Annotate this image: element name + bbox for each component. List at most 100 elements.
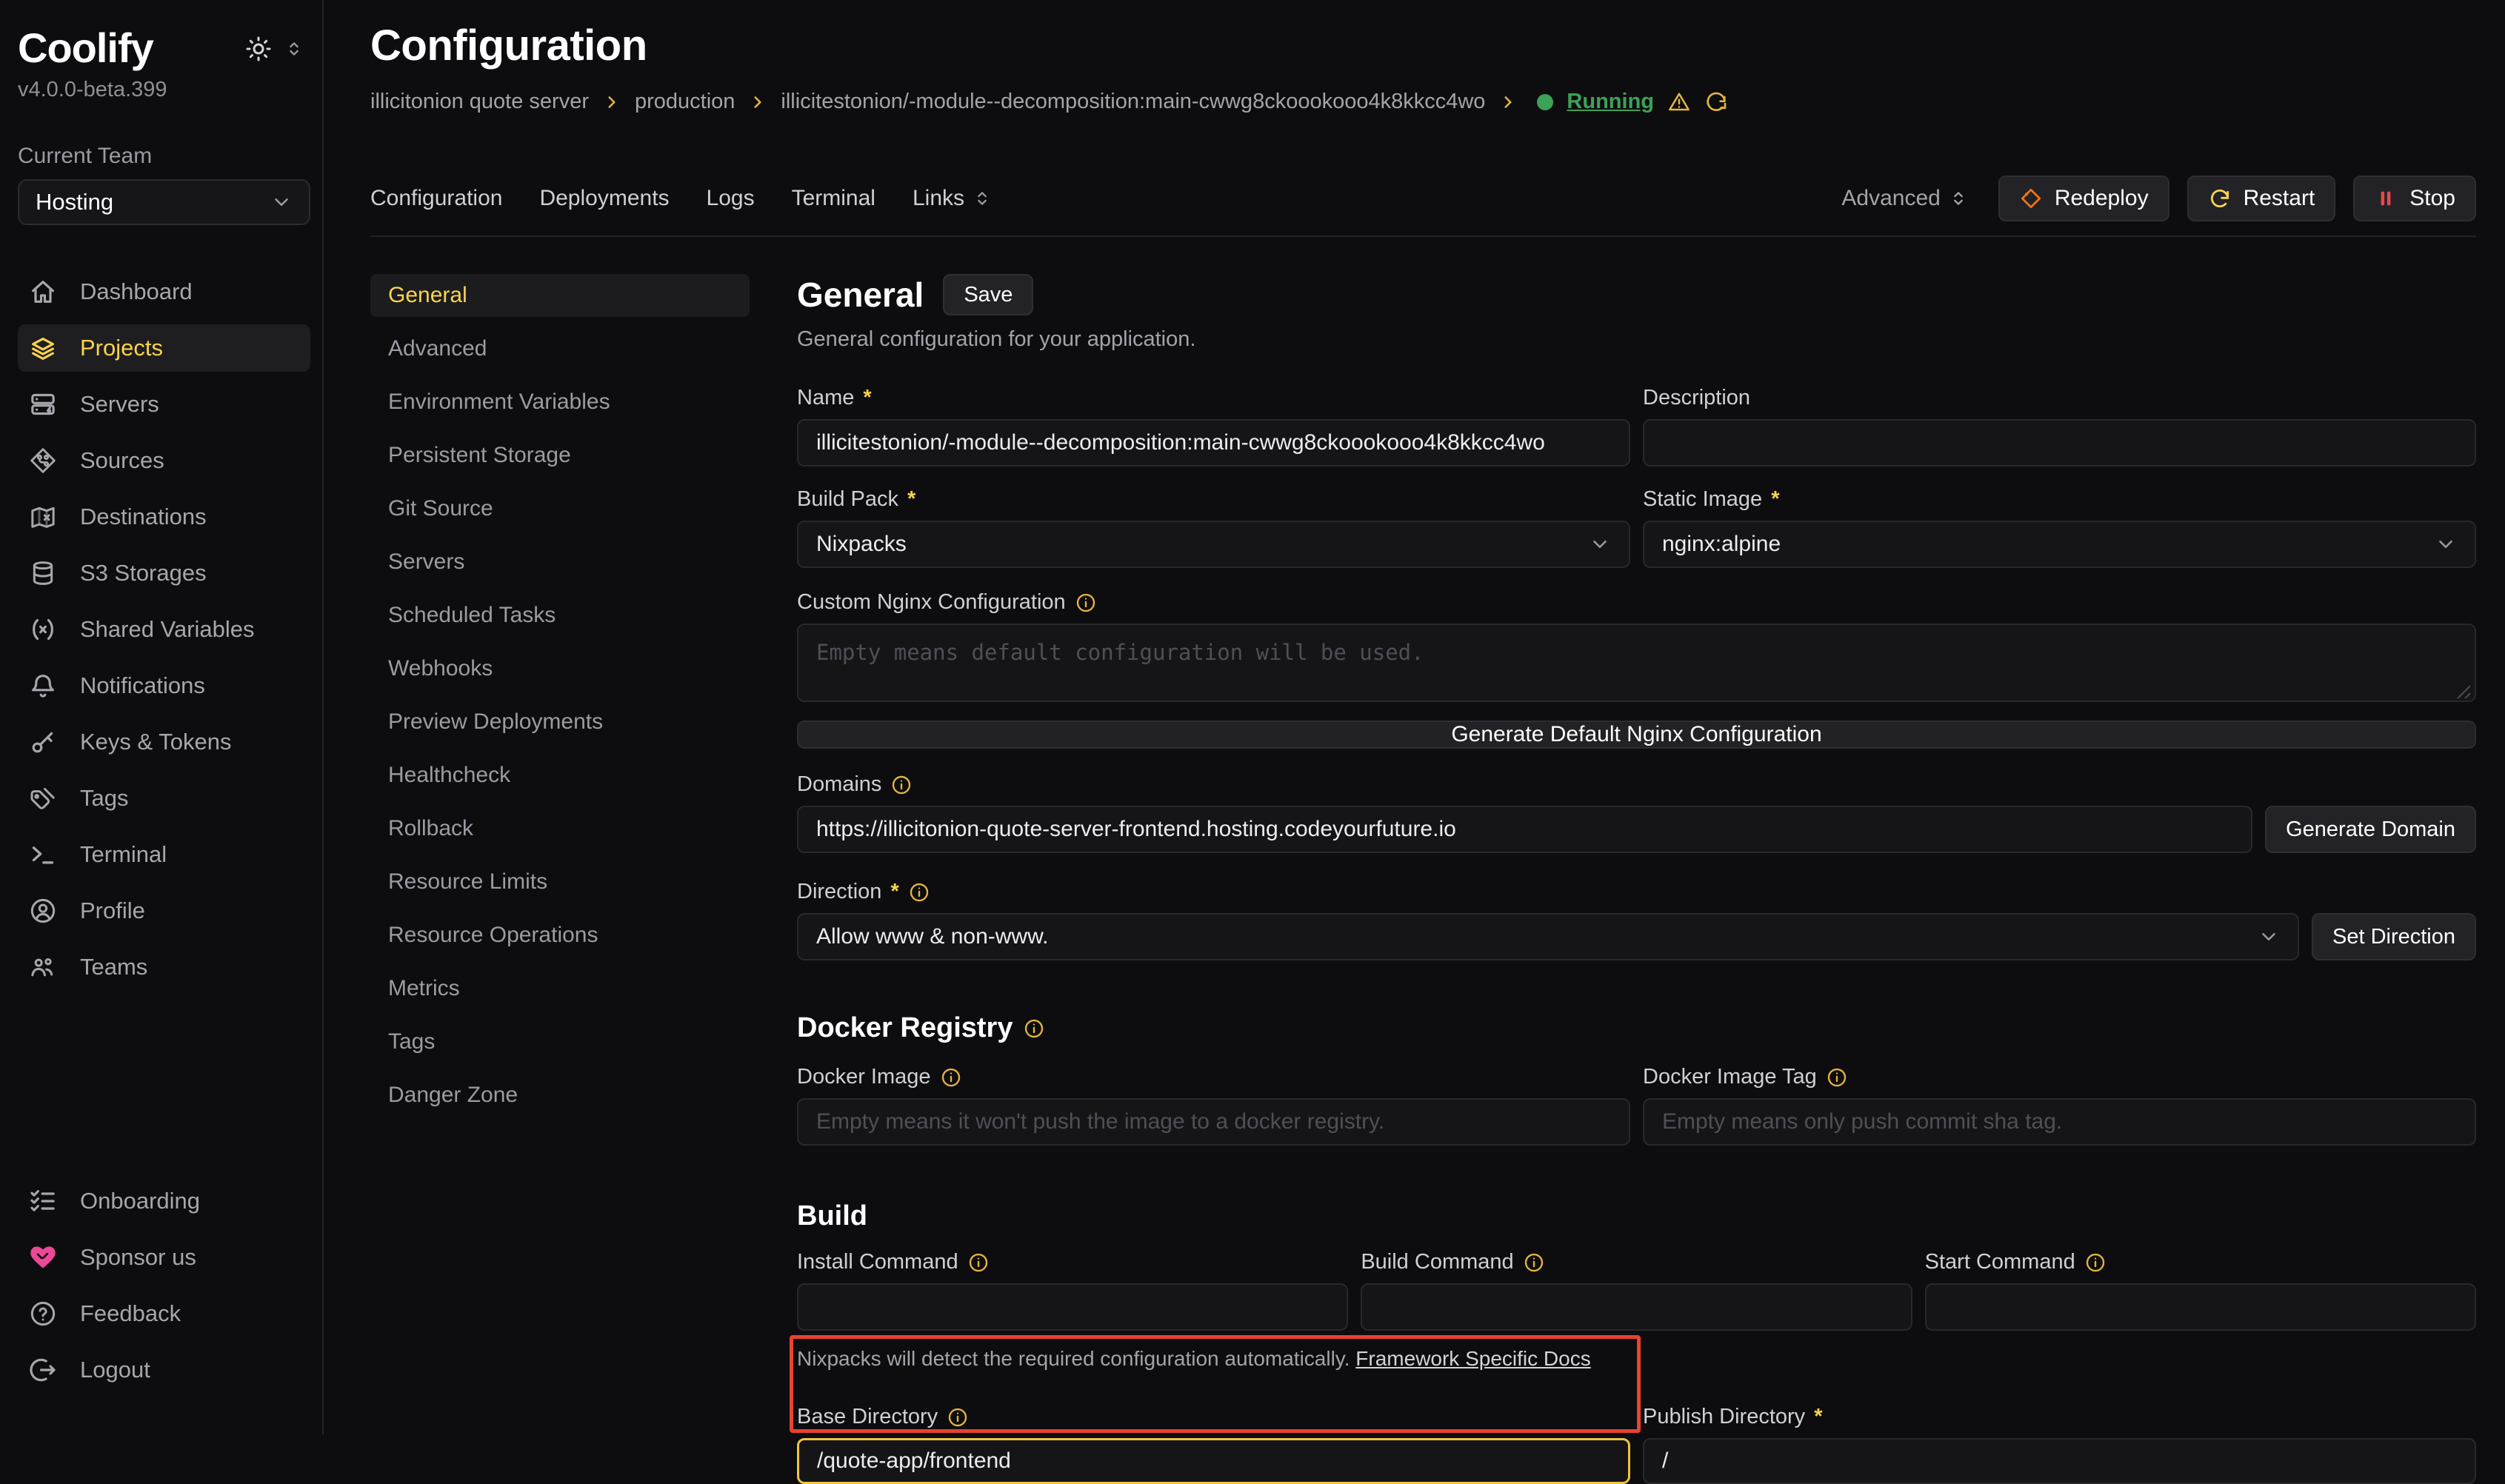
info-icon[interactable]	[1523, 1251, 1545, 1274]
start-command-label: Start Command	[1925, 1250, 2476, 1274]
subnav-item-environment-variables[interactable]: Environment Variables	[370, 381, 750, 424]
info-icon[interactable]	[1826, 1066, 1848, 1089]
subnav-item-advanced[interactable]: Advanced	[370, 327, 750, 370]
info-icon[interactable]	[890, 774, 913, 796]
sidebar-item-logout[interactable]: Logout	[18, 1346, 310, 1394]
static-image-select[interactable]: nginx:alpine	[1643, 521, 2476, 568]
warning-icon[interactable]	[1667, 90, 1691, 114]
advanced-dropdown[interactable]: Advanced	[1841, 186, 1968, 211]
install-command-input[interactable]	[797, 1283, 1348, 1331]
sidebar-item-sponsor-us[interactable]: Sponsor us	[18, 1234, 310, 1281]
tab-deployments[interactable]: Deployments	[539, 186, 669, 211]
info-icon[interactable]	[908, 881, 930, 903]
sidebar-item-shared-variables[interactable]: Shared Variables	[18, 606, 310, 653]
info-icon[interactable]	[2084, 1251, 2107, 1274]
logo-row: Coolify	[18, 21, 310, 72]
breadcrumb-environment[interactable]: production	[635, 90, 735, 114]
redeploy-icon	[2019, 187, 2043, 210]
status-link[interactable]: Running	[1567, 90, 1654, 114]
team-select[interactable]: Hosting	[18, 179, 310, 225]
name-input[interactable]	[797, 419, 1630, 467]
tab-links[interactable]: Links	[913, 186, 993, 211]
redeploy-button[interactable]: Redeploy	[1998, 176, 2169, 221]
tab-terminal[interactable]: Terminal	[792, 186, 875, 211]
sidebar-item-projects[interactable]: Projects	[18, 324, 310, 372]
info-icon[interactable]	[1023, 1017, 1045, 1040]
sidebar-item-label: Keys & Tokens	[80, 729, 231, 755]
subnav-item-resource-operations[interactable]: Resource Operations	[370, 914, 750, 957]
sidebar-item-destinations[interactable]: Destinations	[18, 493, 310, 541]
build-pack-label: Build Pack*	[797, 487, 1630, 512]
framework-docs-link[interactable]: Framework Specific Docs	[1355, 1347, 1590, 1370]
publish-directory-input[interactable]	[1643, 1438, 2476, 1484]
build-command-input[interactable]	[1361, 1283, 1912, 1331]
info-icon[interactable]	[947, 1406, 969, 1428]
base-directory-input[interactable]	[797, 1438, 1630, 1484]
sidebar-item-sources[interactable]: Sources	[18, 437, 310, 484]
subnav-item-persistent-storage[interactable]: Persistent Storage	[370, 434, 750, 477]
sidebar-item-profile[interactable]: Profile	[18, 887, 310, 935]
restart-button[interactable]: Restart	[2187, 176, 2336, 221]
refresh-icon[interactable]	[1704, 90, 1728, 114]
subnav-item-webhooks[interactable]: Webhooks	[370, 647, 750, 690]
direction-select[interactable]: Allow www & non-www.	[797, 913, 2299, 960]
sidebar-item-servers[interactable]: Servers	[18, 381, 310, 428]
sidebar-item-dashboard[interactable]: Dashboard	[18, 268, 310, 315]
sidebar-item-keys-tokens[interactable]: Keys & Tokens	[18, 718, 310, 766]
set-direction-button[interactable]: Set Direction	[2312, 913, 2476, 960]
sidebar-item-terminal[interactable]: Terminal	[18, 831, 310, 878]
custom-nginx-textarea[interactable]	[797, 624, 2476, 702]
subnav-item-healthcheck[interactable]: Healthcheck	[370, 754, 750, 797]
save-button[interactable]: Save	[943, 274, 1033, 315]
subnav-item-servers[interactable]: Servers	[370, 541, 750, 584]
sidebar-item-tags[interactable]: Tags	[18, 775, 310, 822]
info-icon[interactable]	[1075, 592, 1097, 614]
description-input[interactable]	[1643, 419, 2476, 467]
subnav-item-danger-zone[interactable]: Danger Zone	[370, 1074, 750, 1117]
subnav-item-git-source[interactable]: Git Source	[370, 487, 750, 530]
tab-configuration[interactable]: Configuration	[370, 186, 502, 211]
build-pack-select[interactable]: Nixpacks	[797, 521, 1630, 568]
build-command-label: Build Command	[1361, 1250, 1912, 1274]
status-dot	[1537, 94, 1553, 110]
subnav-item-rollback[interactable]: Rollback	[370, 807, 750, 850]
subnav-item-resource-limits[interactable]: Resource Limits	[370, 860, 750, 903]
name-label: Name*	[797, 386, 1630, 410]
breadcrumb-project[interactable]: illicitonion quote server	[370, 90, 589, 114]
sidebar-item-feedback[interactable]: Feedback	[18, 1290, 310, 1337]
sidebar-item-label: Shared Variables	[80, 616, 255, 643]
start-command-input[interactable]	[1925, 1283, 2476, 1331]
breadcrumb-application[interactable]: illicitestonion/-module--decomposition:m…	[781, 90, 1485, 114]
info-icon[interactable]	[967, 1251, 990, 1274]
build-heading: Build	[797, 1200, 2476, 1232]
sun-icon[interactable]	[245, 36, 272, 62]
sidebar-item-onboarding[interactable]: Onboarding	[18, 1177, 310, 1225]
theme-chevrons-icon[interactable]	[284, 39, 304, 59]
name-description-labels: Name* Description	[797, 386, 2476, 410]
sidebar-item-label: Servers	[80, 391, 159, 418]
resize-handle[interactable]	[2455, 683, 2470, 698]
subnav-item-metrics[interactable]: Metrics	[370, 967, 750, 1010]
main-content: Configuration illicitonion quote server …	[324, 0, 2505, 1435]
generate-nginx-button[interactable]: Generate Default Nginx Configuration	[797, 721, 2476, 749]
generate-domain-button[interactable]: Generate Domain	[2265, 806, 2476, 853]
general-form: General Save General configuration for y…	[797, 274, 2476, 1435]
chevron-down-icon	[1589, 533, 1611, 555]
info-icon[interactable]	[940, 1066, 962, 1089]
sidebar-item-teams[interactable]: Teams	[18, 943, 310, 991]
chevron-right-icon	[748, 93, 767, 112]
sidebar-item-s3-storages[interactable]: S3 Storages	[18, 549, 310, 597]
stop-button[interactable]: Stop	[2353, 176, 2476, 221]
sidebar-item-notifications[interactable]: Notifications	[18, 662, 310, 709]
docker-image-tag-input[interactable]	[1643, 1098, 2476, 1146]
sidebar-item-label: Projects	[80, 335, 163, 361]
subnav-item-preview-deployments[interactable]: Preview Deployments	[370, 701, 750, 743]
docker-image-input[interactable]	[797, 1098, 1630, 1146]
sidebar-nav: Dashboard Projects Servers Sources Desti…	[18, 268, 310, 1000]
domains-input[interactable]	[797, 806, 2252, 853]
subnav-item-tags[interactable]: Tags	[370, 1020, 750, 1063]
subnav-item-general[interactable]: General	[370, 274, 750, 317]
subnav-item-scheduled-tasks[interactable]: Scheduled Tasks	[370, 594, 750, 637]
database-icon	[28, 558, 58, 588]
tab-logs[interactable]: Logs	[707, 186, 755, 211]
